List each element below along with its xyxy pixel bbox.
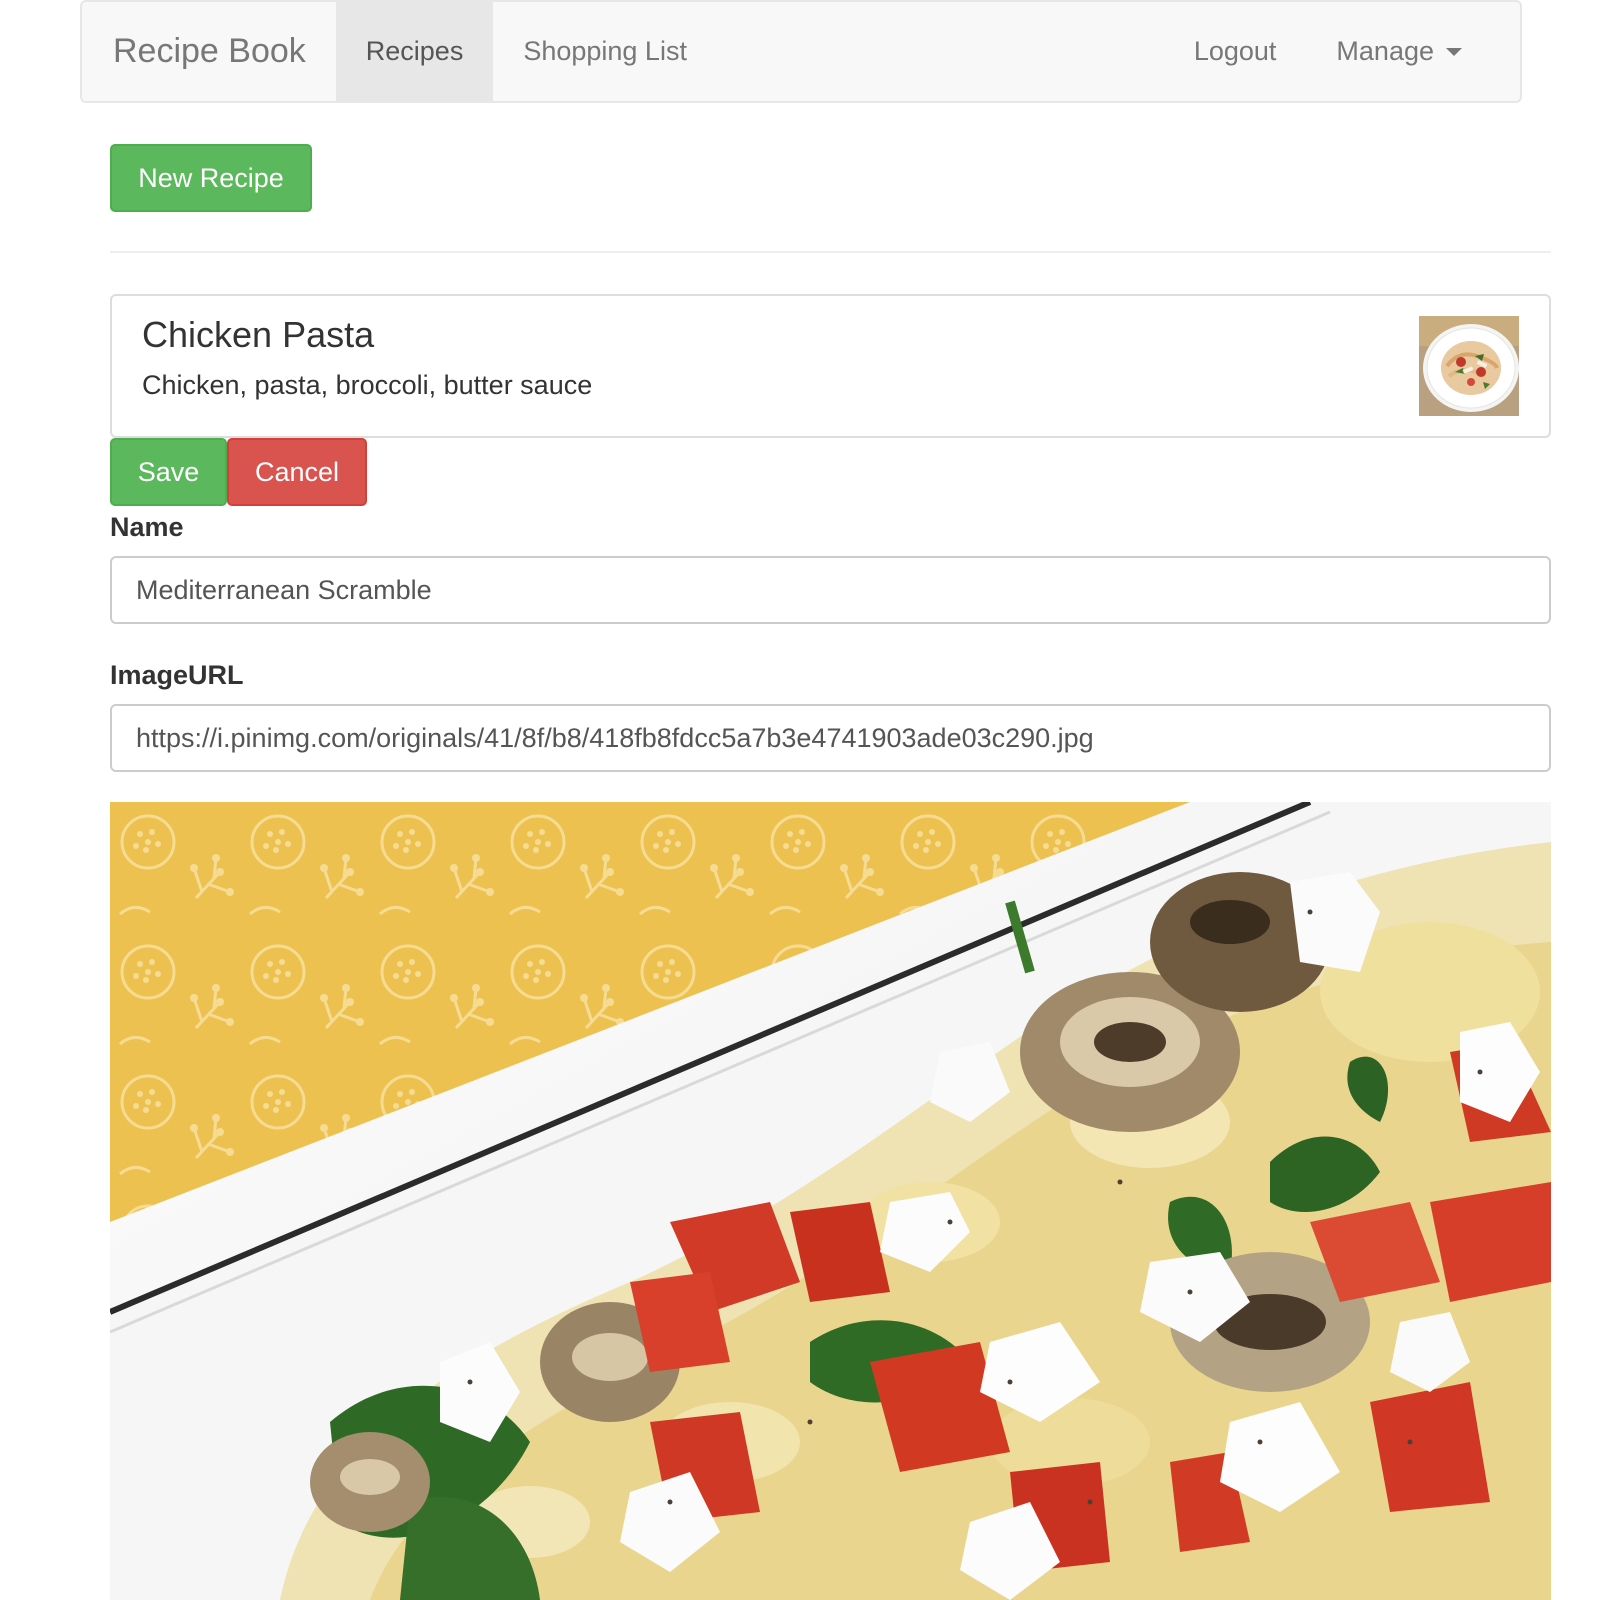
- recipe-image-preview: [110, 802, 1551, 1600]
- recipe-item-name: Chicken Pasta: [142, 314, 375, 355]
- name-field-label: Name: [110, 512, 184, 542]
- navbar: Recipe Book Recipes Shopping List Logout…: [80, 0, 1522, 103]
- divider: [110, 251, 1551, 253]
- new-recipe-button[interactable]: New Recipe: [110, 144, 312, 212]
- image-url-field-label: ImageURL: [110, 660, 244, 690]
- save-button[interactable]: Save: [110, 438, 227, 506]
- cancel-button[interactable]: Cancel: [227, 438, 367, 506]
- image-url-input[interactable]: [110, 704, 1551, 772]
- name-input[interactable]: [110, 556, 1551, 624]
- brand-link[interactable]: Recipe Book: [82, 2, 336, 101]
- manage-dropdown[interactable]: Manage: [1306, 2, 1520, 101]
- caret-down-icon: [1446, 47, 1462, 56]
- nav-link-shopping-list[interactable]: Shopping List: [493, 2, 717, 101]
- recipe-thumbnail-image: [1419, 316, 1519, 416]
- nav-link-recipes[interactable]: Recipes: [335, 2, 494, 101]
- navbar-spacer: [717, 2, 1164, 101]
- recipe-item-description: Chicken, pasta, broccoli, butter sauce: [142, 370, 593, 400]
- manage-dropdown-label: Manage: [1336, 36, 1434, 66]
- recipe-list-item[interactable]: Chicken Pasta Chicken, pasta, broccoli, …: [110, 294, 1551, 438]
- logout-link[interactable]: Logout: [1164, 2, 1307, 101]
